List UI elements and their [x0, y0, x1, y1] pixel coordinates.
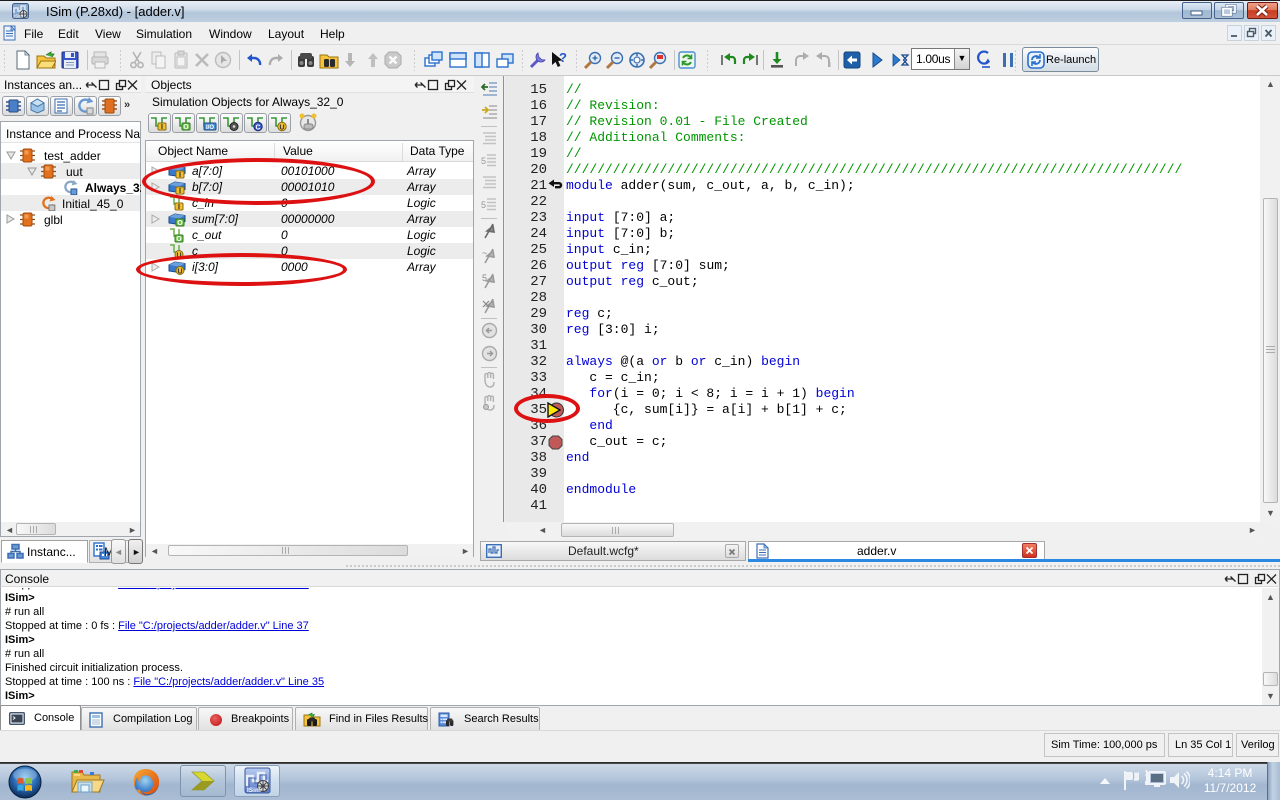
svg-text:C: C — [255, 125, 260, 132]
svg-text:5: 5 — [481, 200, 486, 210]
svg-text:O: O — [183, 124, 189, 131]
svg-text:~: ~ — [482, 248, 487, 258]
svg-text:I: I — [161, 124, 163, 131]
svg-text:ISim: ISim — [14, 14, 23, 19]
svg-text:5: 5 — [481, 156, 486, 166]
svg-text:O: O — [177, 220, 183, 227]
svg-text:O: O — [176, 236, 182, 243]
svg-text:U: U — [279, 125, 284, 132]
svg-text:I/O: I/O — [206, 125, 214, 131]
svg-text:I: I — [178, 204, 180, 211]
svg-text:5: 5 — [482, 273, 487, 283]
svg-text:?: ? — [559, 50, 567, 65]
svg-text:ISim: ISim — [247, 787, 261, 794]
